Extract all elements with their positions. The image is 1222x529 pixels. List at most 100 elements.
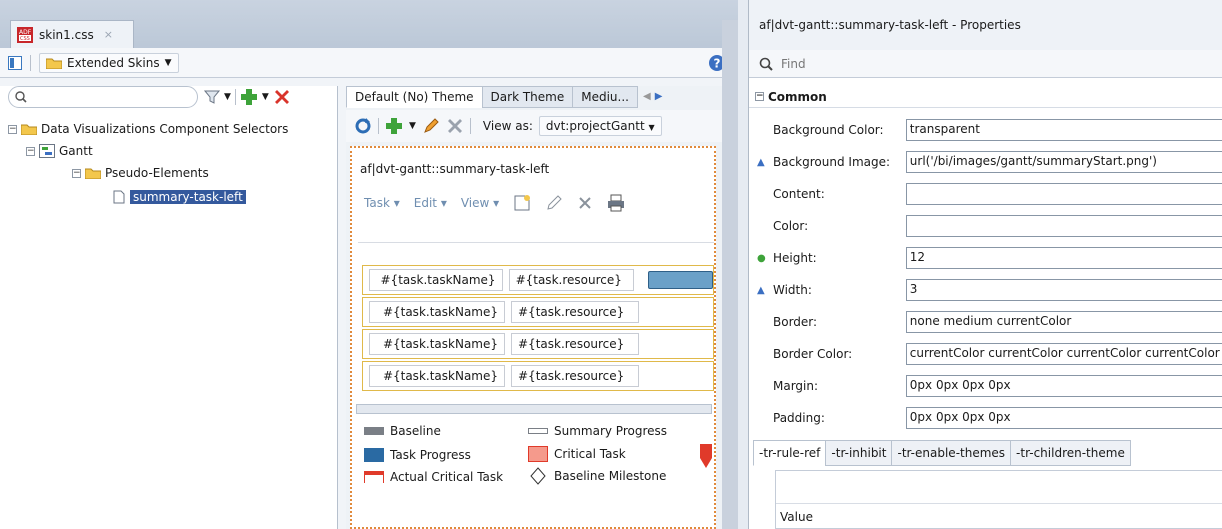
file-tab[interactable]: ADF CSS skin1.css × [10,20,134,48]
tab-medium-theme[interactable]: Mediu... [572,86,638,108]
svg-text:?: ? [714,57,721,71]
tree-item-label: Gantt [59,144,93,158]
gantt-preview: af|dvt-gantt::summary-task-left Task ▾ E… [350,146,716,529]
table-row[interactable]: #{task.taskName} #{task.resource} [362,265,714,295]
legend-label: Critical Task [554,447,626,461]
task-name-cell[interactable]: #{task.taskName} [369,301,505,323]
menu-edit[interactable]: Edit ▾ [414,196,447,210]
table-row[interactable]: #{task.taskName} #{task.resource} [362,361,714,391]
find-input[interactable]: Find [749,50,1222,78]
task-name-cell[interactable]: #{task.taskName} [369,269,503,291]
property-value-field[interactable]: 12 [905,247,1222,269]
property-value-field[interactable]: 0px 0px 0px 0px [905,407,1222,429]
toolbar-separator [378,118,379,134]
property-row: Width: ▲ 3 [749,274,1222,306]
tab-tr-rule-ref[interactable]: -tr-rule-ref [753,440,827,466]
tab-tr-inhibit[interactable]: -tr-inhibit [825,440,893,466]
new-task-icon[interactable] [513,194,531,212]
delete-task-icon[interactable] [577,195,593,211]
collapse-icon[interactable]: − [26,146,35,156]
delete-icon[interactable] [446,117,464,135]
tab-scroll-left-icon[interactable]: ◀ [643,86,651,108]
gantt-menubar: Task ▾ Edit ▾ View ▾ [364,194,625,212]
add-icon[interactable] [385,117,403,135]
search-icon [15,91,27,103]
value-column-header[interactable]: Value [776,503,1222,529]
print-icon[interactable] [607,194,625,212]
property-label: Background Color: [773,123,884,137]
horizontal-scrollbar[interactable] [356,404,712,414]
legend-summary-progress: Summary Progress [528,424,667,438]
tab-dark-theme[interactable]: Dark Theme [481,86,574,108]
legend-actual-critical: Actual Critical Task [364,470,503,484]
add-icon[interactable] [240,88,258,106]
legend-label: Baseline [390,424,441,438]
property-label: Height: ● [757,251,817,265]
filter-icon[interactable] [204,89,220,105]
property-row: Background Color: transparent [749,114,1222,146]
collapse-icon[interactable]: − [8,124,17,134]
search-input[interactable] [8,86,198,108]
property-value-field[interactable] [905,215,1222,237]
tree-item-dvt-selectors[interactable]: − Data Visualizations Component Selector… [8,120,288,138]
property-value-field[interactable]: transparent [905,119,1222,141]
property-label: Border: [773,315,818,329]
menu-task[interactable]: Task ▾ [364,196,400,210]
property-label: Color: [773,219,809,233]
tab-default-theme[interactable]: Default (No) Theme [346,86,483,108]
table-row[interactable]: #{task.taskName} #{task.resource} [362,297,714,327]
tab-tr-enable-themes[interactable]: -tr-enable-themes [891,440,1012,466]
add-chevron-icon[interactable]: ▼ [409,121,416,131]
task-resource-cell[interactable]: #{task.resource} [508,269,635,291]
property-row: Border Color: currentColor currentColor c… [749,338,1222,370]
section-common[interactable]: − Common [749,86,1222,108]
filter-chevron-icon[interactable]: ▼ [224,92,231,102]
document-icon [112,190,126,204]
property-row: Padding: 0px 0px 0px 0px [749,402,1222,434]
property-value-field[interactable] [905,183,1222,205]
edit-icon[interactable] [545,194,563,212]
legend-label: Actual Critical Task [390,470,504,484]
collapse-icon[interactable]: − [72,168,81,178]
menu-view[interactable]: View ▾ [461,196,499,210]
view-as-control: View as: dvt:projectGantt ▼ [483,116,662,136]
folder-icon [21,123,37,135]
tree-item-summary-task-left[interactable]: summary-task-left [112,188,246,206]
task-resource-cell[interactable]: #{task.resource} [511,333,639,355]
property-value-field[interactable]: 3 [905,279,1222,301]
set-dot-icon: ● [757,253,766,264]
tab-tr-children-theme[interactable]: -tr-children-theme [1010,440,1131,466]
tree-item-pseudo-elements[interactable]: − Pseudo-Elements [72,164,209,182]
svg-text:ADF: ADF [19,29,32,36]
modified-arrow-icon: ▲ [757,157,765,168]
property-value-field[interactable]: url('/bi/images/gantt/summaryStart.png') [905,151,1222,173]
panel-splitter[interactable] [722,20,738,529]
close-tab-icon[interactable]: × [104,28,113,41]
rule-ref-table: Value [775,470,1222,529]
view-as-select[interactable]: dvt:projectGantt ▼ [538,116,662,136]
task-resource-cell[interactable]: #{task.resource} [511,365,639,387]
skin-selector[interactable]: Extended Skins ▼ [39,52,179,73]
task-name-cell[interactable]: #{task.taskName} [369,333,505,355]
tree-item-gantt[interactable]: − Gantt [26,142,93,160]
toolbar-separator [30,54,31,71]
property-value-field[interactable]: 0px 0px 0px 0px [905,375,1222,397]
property-value-field[interactable]: none medium currentColor [905,311,1222,333]
add-chevron-icon[interactable]: ▼ [262,92,269,102]
delete-icon[interactable] [273,88,291,106]
tab-scroll-right-icon[interactable]: ▶ [655,86,663,108]
skin-editor-window: ADF CSS skin1.css × Extended Skins ▼ ? ▼ … [0,0,738,529]
preview-selector: af|dvt-gantt::summary-task-left [360,162,550,176]
property-row: Border: none medium currentColor [749,306,1222,338]
property-row: Color: [749,210,1222,242]
collapse-icon[interactable]: − [755,92,764,101]
task-resource-cell[interactable]: #{task.resource} [511,301,639,323]
properties-window: af|dvt-gantt::summary-task-left - Proper… [748,0,1222,529]
panel-toggle-icon[interactable] [8,55,22,70]
table-row[interactable]: #{task.taskName} #{task.resource} [362,329,714,359]
edit-pencil-icon[interactable] [422,117,440,135]
property-value-field[interactable]: currentColor currentColor currentColor c… [905,343,1222,365]
refresh-icon[interactable] [354,117,372,135]
task-name-cell[interactable]: #{task.taskName} [369,365,505,387]
legend-label: Baseline Milestone [554,469,667,483]
